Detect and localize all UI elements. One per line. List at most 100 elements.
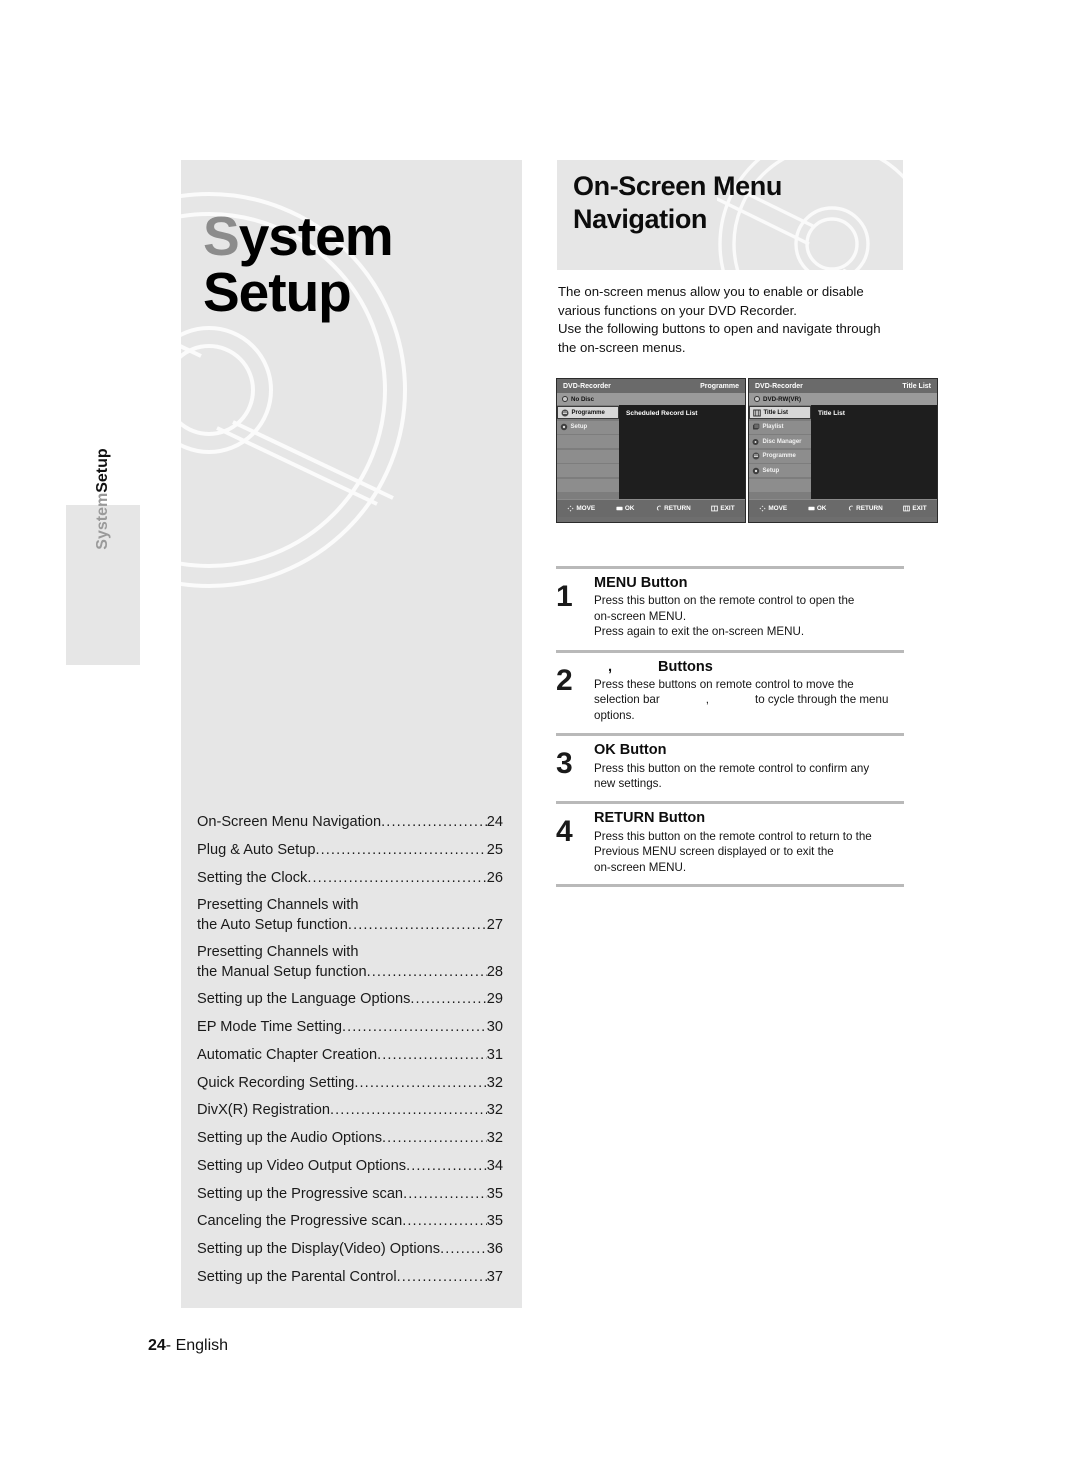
titlelist-icon [753, 409, 761, 417]
toc-entry-page: 37 [486, 1268, 503, 1285]
osd-menu-item-label: Programme [571, 409, 605, 416]
osd-hint-move: MOVE [567, 505, 595, 512]
toc-entry[interactable]: DivX(R) Registration....................… [197, 1101, 503, 1120]
instruction-step: 3 OK Button Press this button on the rem… [556, 733, 904, 801]
page-title-line2: Navigation [573, 203, 708, 234]
step-body-line: Previous MENU screen displayed or to exi… [594, 845, 834, 859]
chapter-title-initial: S [203, 205, 240, 267]
playlist-icon [752, 423, 760, 431]
osd-screenshot-title-list: DVD-Recorder Title List DVD-RW(VR) Title… [748, 378, 938, 523]
osd-menu-item-title-list[interactable]: Title List [749, 406, 811, 419]
toc-entry[interactable]: Plug & Auto Setup.......................… [197, 841, 503, 860]
toc-entry-page: 29 [486, 991, 503, 1008]
step-body: Press this button on the remote control … [594, 593, 904, 639]
toc-entry[interactable]: EP Mode Time Setting....................… [197, 1018, 503, 1037]
step-body: Press this button on the remote control … [594, 761, 904, 792]
toc-entry[interactable]: Setting the Clock.......................… [197, 869, 503, 888]
osd-footer-hints: MOVE OK RETURN EXIT [557, 499, 745, 517]
toc-entry[interactable]: the Manual Setup function...............… [197, 963, 503, 982]
osd-menu-sidebar: Title List Playlist Disc Manager Program… [749, 405, 811, 499]
osd-disc-label: DVD-RW(VR) [763, 395, 802, 403]
osd-menu-item-label: Title List [763, 409, 789, 416]
toc-leader-dots: ........................................… [315, 841, 486, 858]
toc-entry[interactable]: Setting up Video Output Options.........… [197, 1157, 503, 1176]
step-number: 2 [556, 663, 573, 697]
toc-leader-dots: ........................................… [366, 963, 487, 980]
divider [556, 566, 904, 569]
toc-entry-label: Setting up the Language Options [197, 991, 411, 1008]
toc-entry[interactable]: Setting up the Audio Options............… [197, 1129, 503, 1148]
osd-menu-item-programme[interactable]: Programme [749, 449, 811, 463]
page-footer-language: English [175, 1337, 229, 1354]
ok-icon [808, 506, 815, 511]
osd-menu-item-disc-manager[interactable]: Disc Manager [749, 435, 811, 448]
toc-entry-page: 35 [486, 1213, 503, 1230]
osd-menu-item-label: Programme [762, 453, 796, 459]
toc-leader-dots: ........................................… [330, 1102, 487, 1119]
toc-entry-label: EP Mode Time Setting [197, 1019, 342, 1035]
osd-body: Title List Playlist Disc Manager Program… [749, 405, 937, 499]
step-body: Press this button on the remote control … [594, 829, 904, 875]
step-title: RETURN Button [594, 810, 706, 827]
toc-leader-dots: ........................................… [440, 1241, 487, 1257]
exit-icon [711, 505, 719, 512]
intro-line-2: various functions on your DVD Recorder. [558, 302, 797, 318]
osd-mode: Programme [700, 382, 739, 390]
toc-leader-dots: ........................................… [403, 1185, 487, 1202]
toc-entry-page: 32 [486, 1130, 503, 1146]
toc-entry-label: the Auto Setup function [197, 916, 348, 933]
toc-entry[interactable]: Quick Recording Setting.................… [197, 1074, 503, 1093]
toc-entry[interactable]: Setting up the Progressive scan.........… [197, 1185, 503, 1204]
toc-entry-page: 24 [486, 814, 503, 830]
table-of-contents: On-Screen Menu Navigation...............… [197, 813, 503, 1296]
osd-menu-item-label: Setup [762, 467, 780, 474]
osd-menu-item-setup[interactable]: Setup [557, 420, 619, 434]
osd-hint-move: MOVE [759, 505, 787, 512]
toc-entry-page: 28 [486, 963, 503, 980]
step-title: OK Button [594, 742, 667, 759]
step-body-line: Press these buttons on remote control to… [594, 678, 854, 691]
intro-line-1: The on-screen menus allow you to enable … [558, 284, 864, 299]
osd-menu-item-playlist[interactable]: Playlist [749, 420, 811, 434]
osd-menu-item-empty [557, 435, 619, 448]
osd-menu-item-programme[interactable]: Programme [557, 406, 619, 419]
toc-entry-label: On-Screen Menu Navigation [197, 814, 382, 830]
step-title: , Buttons [594, 659, 904, 676]
toc-entry-page: 32 [486, 1102, 503, 1119]
osd-menu-item-setup[interactable]: Setup [749, 464, 811, 477]
step-body-line: selection bar, to cycle through the menu [594, 692, 904, 707]
gear-icon [752, 467, 760, 475]
disc-icon [562, 396, 568, 402]
page-title-line1: On-Screen Menu [573, 171, 782, 201]
divider [556, 733, 904, 737]
side-tab-word-system: System [94, 492, 111, 550]
toc-entry[interactable]: On-Screen Menu Navigation...............… [197, 813, 503, 832]
toc-entry-page: 36 [486, 1241, 503, 1257]
toc-entry[interactable]: Setting up the Language Options.........… [197, 990, 503, 1009]
dpad-icon [567, 505, 574, 512]
gear-icon [560, 423, 568, 431]
osd-brand: DVD-Recorder [755, 382, 803, 390]
toc-entry-continuation: Presetting Channels with [197, 944, 359, 961]
step-number: 3 [556, 747, 573, 781]
section-header-panel: On-Screen Menu Navigation [557, 160, 903, 270]
toc-entry[interactable]: Setting up the Display(Video) Options...… [197, 1240, 503, 1259]
toc-entry-label: Quick Recording Setting [197, 1074, 355, 1091]
toc-entry[interactable]: the Auto Setup function.................… [197, 916, 503, 935]
step-number: 4 [556, 815, 573, 849]
toc-entry-label: the Manual Setup function [197, 963, 367, 980]
toc-entry[interactable]: Automatic Chapter Creation..............… [197, 1046, 503, 1065]
step-body: Press these buttons on remote control to… [594, 677, 904, 723]
osd-menu-item-empty [557, 449, 619, 463]
return-icon [849, 505, 853, 511]
osd-menu-item-label: Disc Manager [762, 438, 802, 445]
toc-entry[interactable]: Canceling the Progressive scan..........… [197, 1212, 503, 1231]
toc-entry[interactable]: Setting up the Parental Control.........… [197, 1268, 503, 1287]
page-footer-dash: - [165, 1337, 172, 1354]
toc-entry-label: Automatic Chapter Creation [197, 1046, 378, 1063]
step-body-separator: , [705, 693, 709, 707]
osd-menu-item-label: Setup [570, 424, 588, 430]
toc-entry-page: 27 [486, 916, 503, 933]
toc-leader-dots: ........................................… [396, 1268, 487, 1285]
toc-entry-label: Setting up the Display(Video) Options [197, 1241, 441, 1257]
